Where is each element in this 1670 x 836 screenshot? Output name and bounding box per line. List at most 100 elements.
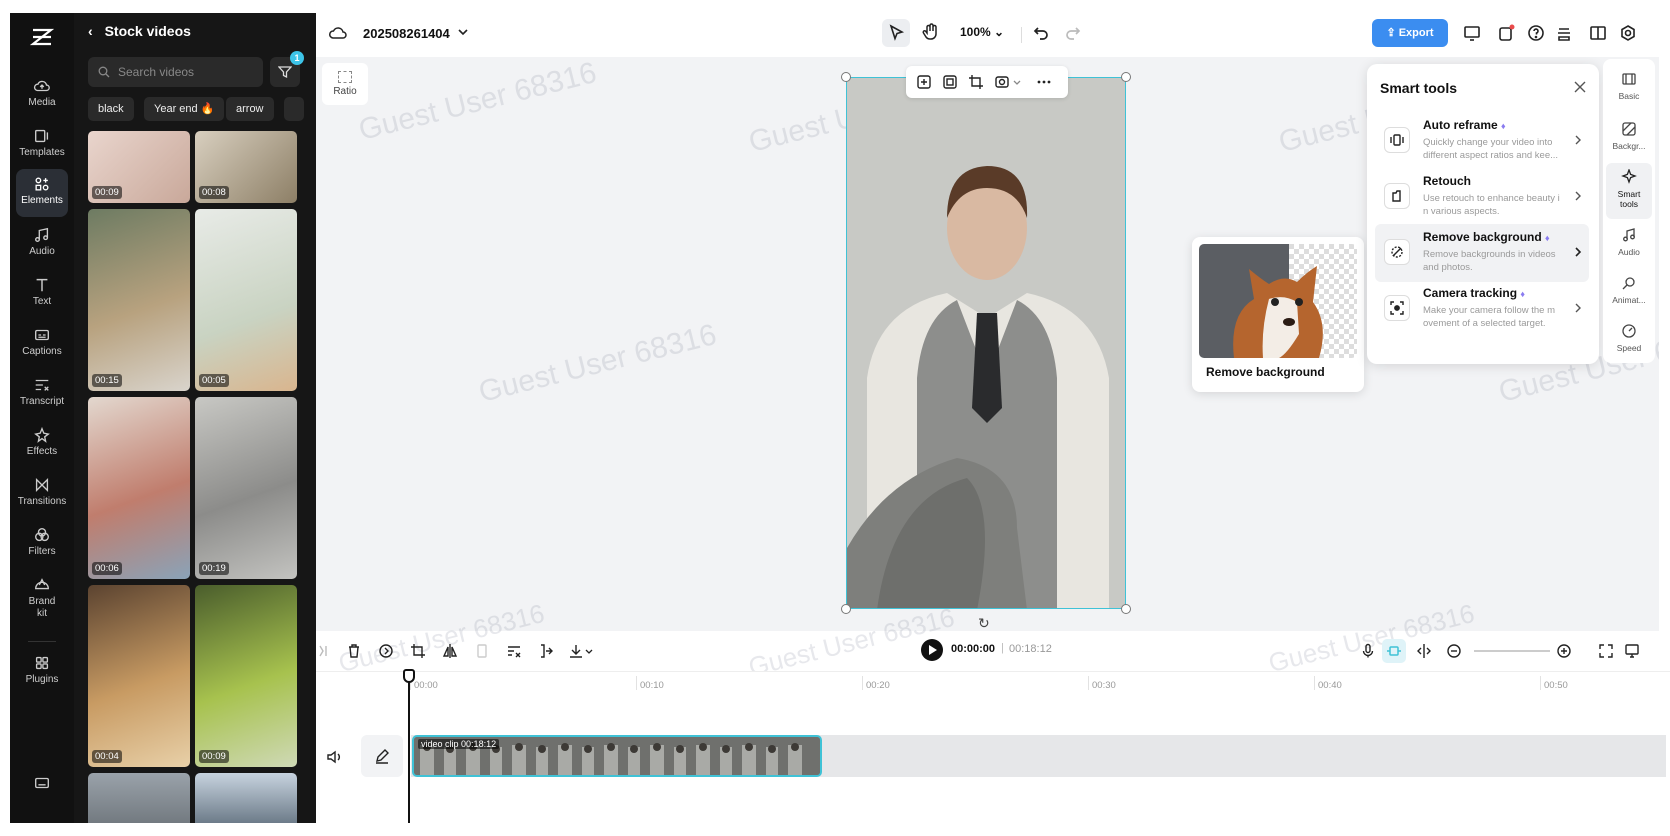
rail-item-media[interactable]: Media: [16, 71, 68, 119]
fullscreen-icon[interactable]: [1598, 643, 1614, 659]
split-preview-icon[interactable]: [1416, 643, 1432, 659]
transitions-icon: [35, 477, 49, 493]
playhead[interactable]: [408, 671, 410, 823]
feedback-icon[interactable]: [1624, 643, 1640, 659]
chip-black[interactable]: black: [88, 97, 134, 121]
video-preview[interactable]: [846, 77, 1126, 609]
chip-more[interactable]: [284, 97, 304, 121]
ruler-label: 00:00: [414, 680, 438, 691]
playhead-handle[interactable]: [403, 669, 415, 683]
settings-icon[interactable]: [1618, 23, 1638, 43]
search-input[interactable]: Search videos: [88, 57, 263, 87]
resize-handle[interactable]: [1121, 72, 1131, 82]
export-button[interactable]: ⇪ Export: [1372, 19, 1448, 47]
video-thumbnail[interactable]: [195, 773, 297, 823]
tool-description: Make your camera follow the m ovement of…: [1423, 305, 1555, 329]
resize-handle[interactable]: [841, 72, 851, 82]
replace-icon[interactable]: [916, 74, 932, 90]
video-thumbnail[interactable]: 00:08: [195, 131, 297, 203]
rail-item-brand-kit[interactable]: Brand kit: [16, 570, 68, 630]
resize-handle[interactable]: [1121, 604, 1131, 614]
prop-smart-tools[interactable]: Smart tools: [1606, 163, 1652, 219]
trim-icon[interactable]: [538, 643, 554, 659]
delete-icon[interactable]: [346, 643, 362, 659]
cloud-save-icon[interactable]: [328, 23, 348, 43]
hand-tool-button[interactable]: [920, 21, 942, 43]
tool-remove-background[interactable]: Remove background ♦ Remove backgrounds i…: [1375, 224, 1589, 282]
zoom-in-icon[interactable]: [1556, 643, 1572, 659]
chip-year-end[interactable]: Year end 🔥: [144, 97, 225, 121]
crop-icon[interactable]: [968, 74, 984, 90]
rail-item-plugins[interactable]: Plugins: [16, 648, 68, 696]
microphone-icon[interactable]: [1360, 643, 1376, 659]
volume-icon[interactable]: [326, 749, 342, 765]
zoom-level[interactable]: 100% ⌄: [960, 25, 1004, 39]
prop-basic[interactable]: Basic: [1606, 65, 1652, 113]
layout-panel-icon[interactable]: [1588, 23, 1608, 43]
select-tool-button[interactable]: [882, 19, 910, 47]
close-icon[interactable]: [1573, 80, 1587, 94]
rail-item-transitions[interactable]: Transitions: [16, 470, 68, 518]
rail-item-effects[interactable]: Effects: [16, 420, 68, 468]
flip-icon[interactable]: [442, 643, 458, 659]
rail-item-keyboard[interactable]: [16, 768, 68, 816]
play-button[interactable]: [921, 639, 943, 661]
redo-button[interactable]: [1062, 23, 1082, 43]
edit-cover-button[interactable]: [361, 735, 403, 777]
prop-background[interactable]: Backgr...: [1606, 115, 1652, 163]
tool-camera-tracking[interactable]: Camera tracking ♦ Make your camera follo…: [1375, 280, 1589, 338]
zoom-slider[interactable]: [1474, 650, 1550, 652]
ratio-button[interactable]: Ratio: [322, 63, 368, 105]
rotate-handle-icon[interactable]: ↻: [978, 615, 990, 631]
prop-speed[interactable]: Speed: [1606, 317, 1652, 365]
notification-icon[interactable]: [1496, 23, 1516, 43]
timeline-ruler[interactable]: 00:00 00:10 00:20 00:30 00:40 00:50: [316, 671, 1670, 693]
freeze-icon[interactable]: [474, 643, 490, 659]
speed-ramp-icon[interactable]: [378, 643, 394, 659]
tool-retouch[interactable]: Retouch Use retouch to enhance beauty i …: [1375, 168, 1589, 226]
rail-item-captions[interactable]: Captions: [16, 320, 68, 368]
video-thumbnail[interactable]: 00:09: [195, 585, 297, 767]
back-chevron-icon[interactable]: ‹: [88, 23, 93, 39]
filter-button[interactable]: 1: [270, 51, 304, 87]
rail-item-templates[interactable]: Templates: [16, 121, 68, 169]
fit-icon[interactable]: [942, 74, 958, 90]
download-icon[interactable]: [568, 643, 584, 659]
resize-handle[interactable]: [841, 604, 851, 614]
chevron-down-icon[interactable]: [584, 643, 594, 659]
project-name[interactable]: 202508261404: [363, 26, 450, 41]
crop-icon[interactable]: [410, 643, 426, 659]
rail-item-label: Effects: [26, 446, 58, 457]
rail-item-transcript[interactable]: Transcript: [16, 370, 68, 418]
rail-item-text[interactable]: Text: [16, 270, 68, 318]
video-clip[interactable]: video clip 00:18:12: [412, 735, 822, 777]
video-thumbnail[interactable]: 00:15: [88, 209, 190, 391]
video-thumbnail[interactable]: 00:06: [88, 397, 190, 579]
prop-animation[interactable]: Animat...: [1606, 269, 1652, 317]
undo-button[interactable]: [1032, 23, 1052, 43]
prop-audio[interactable]: Audio: [1606, 221, 1652, 269]
tool-auto-reframe[interactable]: Auto reframe ♦ Quickly change your video…: [1375, 112, 1589, 170]
chip-arrow[interactable]: arrow: [226, 97, 274, 121]
layers-icon[interactable]: [1554, 23, 1574, 43]
preview-canvas[interactable]: Guest User 68316 Guest User 68316 Guest …: [316, 57, 1659, 631]
rail-item-audio[interactable]: Audio: [16, 220, 68, 268]
magnet-snap-button[interactable]: [1382, 639, 1406, 663]
music-icon: [35, 227, 49, 242]
more-icon[interactable]: [1036, 74, 1052, 90]
video-thumbnail[interactable]: [88, 773, 190, 823]
video-thumbnail[interactable]: 00:04: [88, 585, 190, 767]
video-thumbnail[interactable]: 00:09: [88, 131, 190, 203]
chevron-down-icon[interactable]: [456, 25, 470, 39]
rail-item-filters[interactable]: Filters: [16, 520, 68, 568]
zoom-out-icon[interactable]: [1446, 643, 1462, 659]
mask-icon[interactable]: [994, 74, 1010, 90]
video-thumbnail[interactable]: 00:05: [195, 209, 297, 391]
help-icon[interactable]: [1526, 23, 1546, 43]
split-left-icon[interactable]: [316, 643, 332, 659]
rail-item-elements[interactable]: Elements: [16, 169, 68, 217]
video-thumbnail[interactable]: 00:19: [195, 397, 297, 579]
captions-edit-icon[interactable]: [506, 643, 522, 659]
chevron-down-icon[interactable]: [1012, 74, 1022, 90]
present-icon[interactable]: [1462, 23, 1482, 43]
